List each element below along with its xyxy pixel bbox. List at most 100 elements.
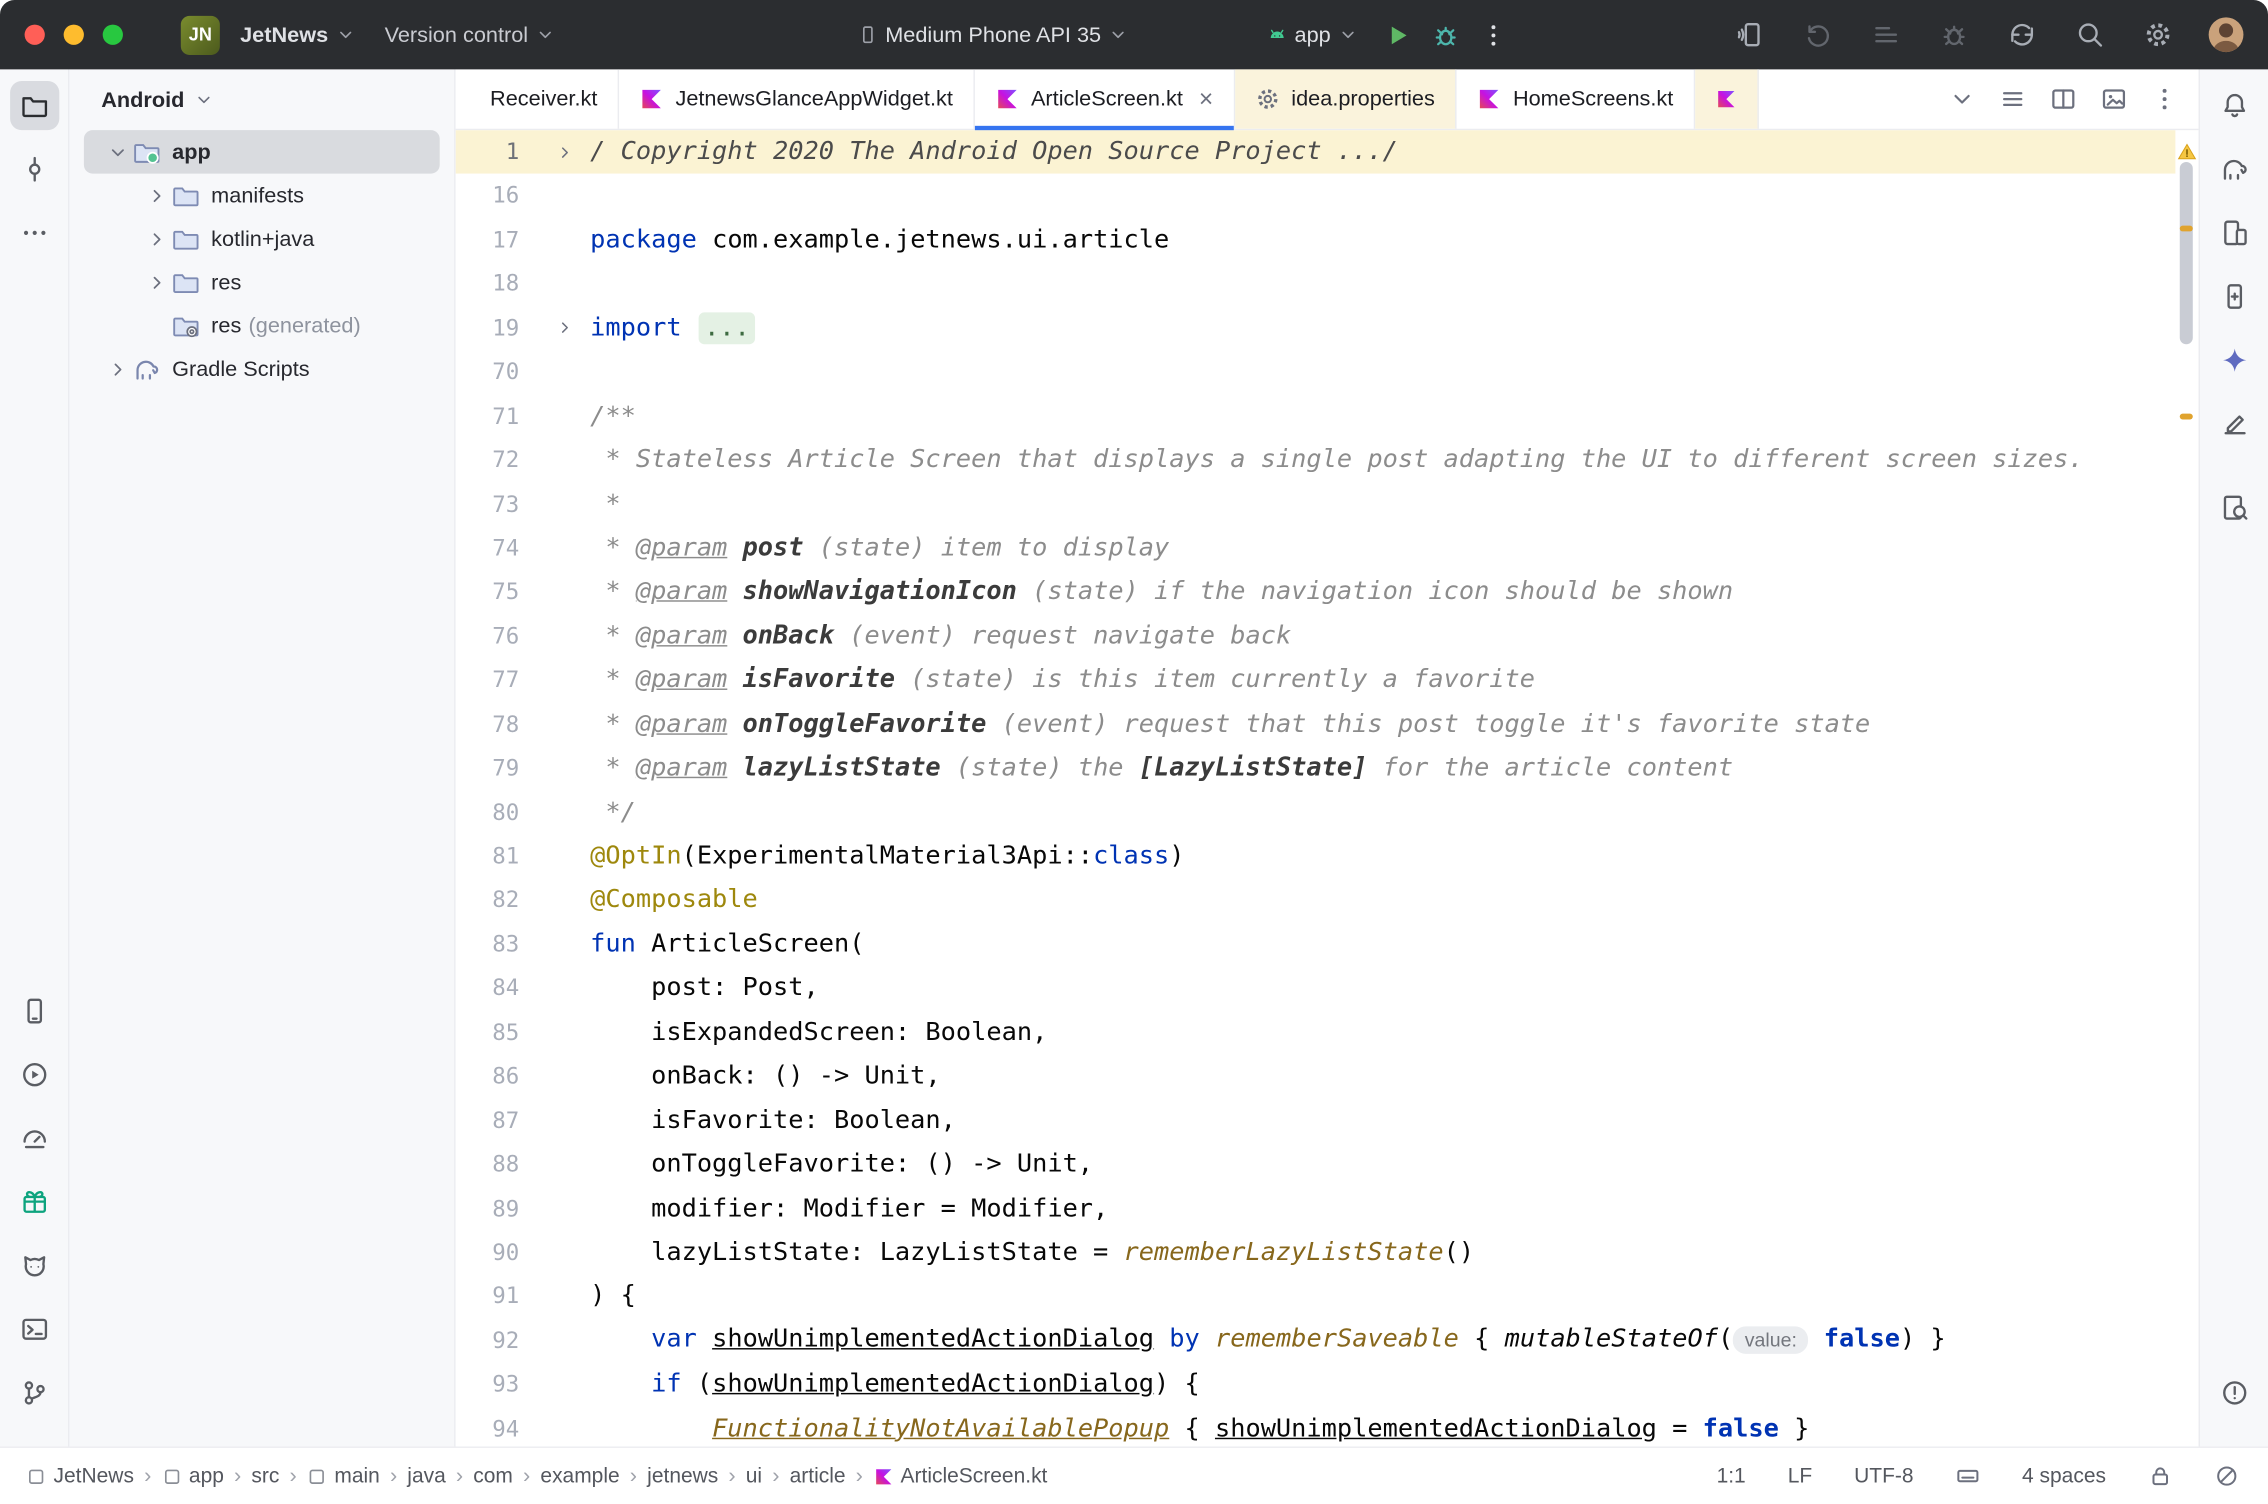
gradle-sync-button[interactable] bbox=[1998, 10, 2047, 59]
line-number[interactable]: 72 bbox=[456, 438, 520, 482]
device-mirror-button[interactable] bbox=[1726, 10, 1775, 59]
settings-button[interactable] bbox=[2133, 10, 2182, 59]
line-number[interactable]: 76 bbox=[456, 614, 520, 658]
tree-item-res[interactable]: res(generated) bbox=[84, 304, 440, 347]
project-button[interactable] bbox=[9, 81, 58, 130]
notifications-button[interactable] bbox=[2209, 81, 2258, 130]
logcat-button[interactable] bbox=[9, 1241, 58, 1290]
line-number[interactable]: 83 bbox=[456, 923, 520, 967]
device-explorer-button[interactable] bbox=[2209, 272, 2258, 321]
line-number[interactable]: 91 bbox=[456, 1275, 520, 1319]
line-number[interactable]: 17 bbox=[456, 218, 520, 262]
more-actions-button[interactable] bbox=[1480, 21, 1507, 48]
code-editor[interactable]: 1/ Copyright 2020 The Android Open Sourc… bbox=[456, 130, 2176, 1446]
line-number[interactable]: 82 bbox=[456, 879, 520, 923]
avatar-button[interactable] bbox=[2201, 10, 2250, 59]
tree-item-manifests[interactable]: manifests bbox=[84, 174, 440, 217]
line-number[interactable]: 89 bbox=[456, 1187, 520, 1231]
search-button[interactable] bbox=[2065, 10, 2114, 59]
list-button[interactable] bbox=[1999, 85, 2026, 112]
line-ending-selector[interactable]: LF bbox=[1788, 1465, 1812, 1488]
line-number[interactable]: 1 bbox=[456, 130, 520, 174]
preview-button[interactable] bbox=[2100, 85, 2127, 112]
chevron-down-button[interactable] bbox=[1948, 85, 1975, 112]
line-number[interactable]: 75 bbox=[456, 570, 520, 614]
line-number[interactable]: 18 bbox=[456, 262, 520, 306]
editor-scrollbar[interactable] bbox=[2175, 130, 2198, 1446]
breadcrumb-item-articlescreen-kt[interactable]: ArticleScreen.kt bbox=[870, 1465, 1050, 1488]
line-number[interactable]: 93 bbox=[456, 1363, 520, 1407]
tree-item-kotlin-java[interactable]: kotlin+java bbox=[84, 217, 440, 260]
run-tool-button[interactable] bbox=[9, 1050, 58, 1099]
inspection-warning-icon[interactable] bbox=[2177, 142, 2197, 162]
tab-homescreens-kt[interactable]: HomeScreens.kt bbox=[1457, 69, 1695, 128]
fold-indicator-icon[interactable] bbox=[519, 319, 590, 338]
line-number[interactable]: 73 bbox=[456, 482, 520, 526]
profiler-bug-button[interactable] bbox=[1930, 10, 1979, 59]
running-devices-button[interactable] bbox=[9, 986, 58, 1035]
lock-icon[interactable] bbox=[2148, 1464, 2173, 1489]
highlight-level-icon[interactable] bbox=[2214, 1464, 2239, 1489]
line-number[interactable]: 87 bbox=[456, 1099, 520, 1143]
profiler-button[interactable] bbox=[9, 1114, 58, 1163]
split-button[interactable] bbox=[2050, 85, 2077, 112]
run-button[interactable] bbox=[1384, 21, 1411, 48]
line-number[interactable]: 70 bbox=[456, 350, 520, 394]
chevron-down-icon[interactable] bbox=[101, 141, 133, 163]
tree-item-app[interactable]: app bbox=[84, 130, 440, 173]
commit-button[interactable] bbox=[9, 145, 58, 194]
problems-button[interactable] bbox=[2209, 1368, 2258, 1417]
tab-idea-properties[interactable]: idea.properties bbox=[1235, 69, 1457, 128]
line-number[interactable]: 80 bbox=[456, 791, 520, 835]
edits-button[interactable] bbox=[2209, 399, 2258, 448]
line-number[interactable]: 78 bbox=[456, 703, 520, 747]
device-manager-button[interactable] bbox=[2209, 208, 2258, 257]
line-number[interactable]: 81 bbox=[456, 835, 520, 879]
line-number[interactable]: 79 bbox=[456, 747, 520, 791]
chevron-right-icon[interactable] bbox=[140, 271, 172, 293]
line-number[interactable]: 88 bbox=[456, 1143, 520, 1187]
vcs-selector[interactable]: Version control bbox=[370, 10, 570, 59]
line-number[interactable]: 19 bbox=[456, 306, 520, 350]
chevron-right-icon[interactable] bbox=[140, 228, 172, 250]
breadcrumb-item-src[interactable]: src bbox=[249, 1465, 283, 1488]
more-h-button[interactable] bbox=[9, 208, 58, 257]
line-number[interactable]: 77 bbox=[456, 658, 520, 702]
line-number[interactable]: 16 bbox=[456, 174, 520, 218]
restore-button[interactable] bbox=[1794, 10, 1843, 59]
breadcrumb-item-com[interactable]: com bbox=[470, 1465, 515, 1488]
chevron-right-icon[interactable] bbox=[140, 184, 172, 206]
gemini-button[interactable] bbox=[2209, 336, 2258, 385]
line-number[interactable]: 84 bbox=[456, 967, 520, 1011]
indent-selector[interactable]: 4 spaces bbox=[2022, 1465, 2106, 1488]
breadcrumb-item-main[interactable]: main bbox=[304, 1465, 383, 1488]
minimize-window-button[interactable] bbox=[64, 25, 84, 45]
breadcrumb-item-jetnews[interactable]: jetnews bbox=[644, 1465, 721, 1488]
tree-item-res[interactable]: res bbox=[84, 260, 440, 303]
line-number[interactable]: 86 bbox=[456, 1055, 520, 1099]
tab-jetnewsglanceappwidget-kt[interactable]: JetnewsGlanceAppWidget.kt bbox=[619, 69, 974, 128]
run-config-selector[interactable]: app bbox=[1261, 10, 1364, 59]
caret-position[interactable]: 1:1 bbox=[1717, 1465, 1746, 1488]
find-button[interactable] bbox=[2209, 483, 2258, 532]
chevron-right-icon[interactable] bbox=[101, 358, 133, 380]
breadcrumb-item-ui[interactable]: ui bbox=[743, 1465, 765, 1488]
zoom-window-button[interactable] bbox=[103, 25, 123, 45]
line-number[interactable]: 85 bbox=[456, 1011, 520, 1055]
encoding-selector[interactable]: UTF-8 bbox=[1854, 1465, 1913, 1488]
fold-indicator-icon[interactable] bbox=[519, 143, 590, 162]
close-icon[interactable]: × bbox=[1199, 87, 1213, 112]
project-view-selector[interactable]: Android bbox=[69, 69, 454, 130]
tab-articlescreen-kt[interactable]: ArticleScreen.kt× bbox=[975, 69, 1235, 128]
git-button[interactable] bbox=[9, 1368, 58, 1417]
tab-clipped[interactable] bbox=[1695, 69, 1759, 128]
scrollbar-thumb[interactable] bbox=[2180, 162, 2193, 344]
app-insights-button[interactable] bbox=[9, 1177, 58, 1226]
line-number[interactable]: 90 bbox=[456, 1231, 520, 1275]
breadcrumb-item-example[interactable]: example bbox=[538, 1465, 623, 1488]
terminal-button[interactable] bbox=[9, 1305, 58, 1354]
line-number[interactable]: 92 bbox=[456, 1319, 520, 1363]
line-number[interactable]: 71 bbox=[456, 394, 520, 438]
line-number[interactable]: 74 bbox=[456, 526, 520, 570]
keyboard-icon[interactable] bbox=[1956, 1464, 1981, 1489]
